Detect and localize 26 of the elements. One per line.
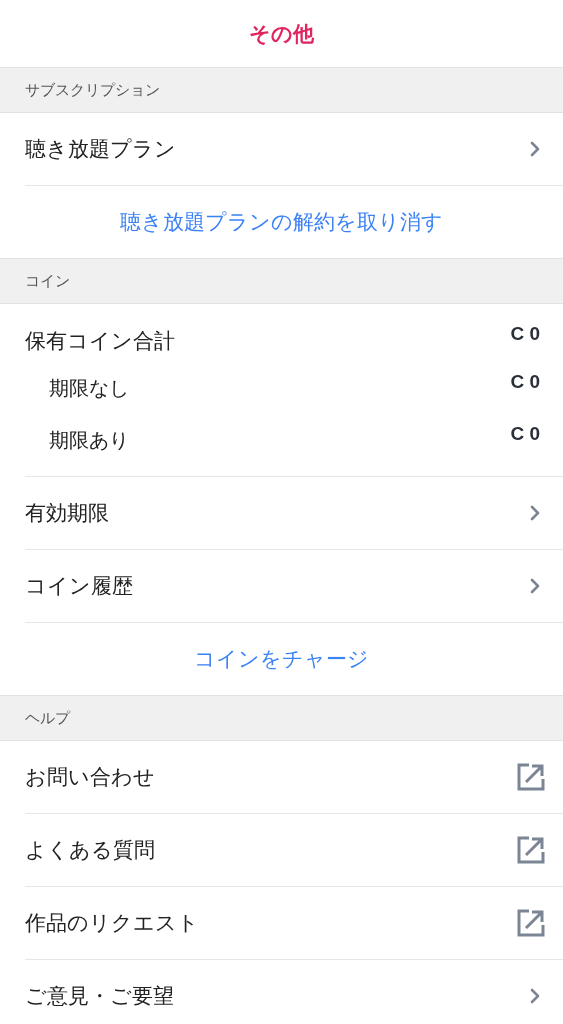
chevron-right-icon: [529, 140, 541, 158]
menu-item[interactable]: コイン履歴: [25, 550, 563, 622]
coin-value: C 0: [510, 422, 540, 446]
chevron-right-icon: [529, 504, 541, 522]
external-link-icon: [517, 763, 545, 791]
menu-item[interactable]: 作品のリクエスト: [25, 887, 563, 959]
menu-item[interactable]: 有効期限: [25, 477, 563, 549]
action-link[interactable]: 聴き放題プランの解約を取り消す: [120, 206, 443, 238]
external-link-icon: [517, 836, 545, 864]
coin-value: C 0: [510, 322, 540, 346]
section-header: コイン: [0, 258, 563, 304]
external-link-icon: [517, 909, 545, 937]
action-link[interactable]: コインをチャージ: [194, 643, 369, 675]
coin-total-label: 保有コイン合計: [25, 328, 175, 355]
coin-value: C 0: [510, 370, 540, 394]
menu-item[interactable]: よくある質問: [25, 814, 563, 886]
section-header: サブスクリプション: [0, 67, 563, 113]
chevron-right-icon: [529, 577, 541, 595]
page-title: その他: [249, 20, 314, 47]
coin-breakdown-label: 期限なし: [49, 376, 129, 401]
section-header: ヘルプ: [0, 695, 563, 741]
menu-item[interactable]: ご意見・ご要望: [25, 960, 563, 1024]
menu-item[interactable]: お問い合わせ: [25, 741, 563, 813]
chevron-right-icon: [529, 987, 541, 1005]
coin-breakdown-label: 期限あり: [49, 428, 129, 453]
menu-item[interactable]: 聴き放題プラン: [25, 113, 563, 185]
